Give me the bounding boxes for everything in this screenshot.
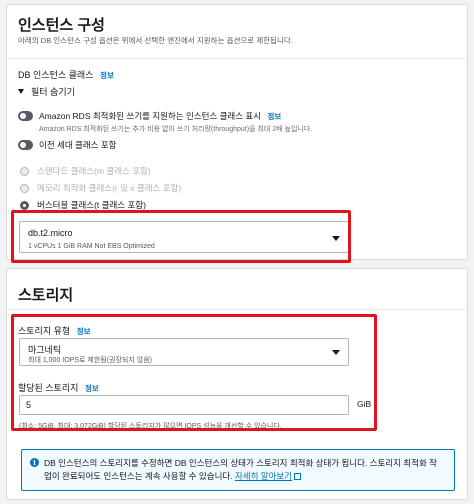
rds-optimized-writes-row: Amazon RDS 최적화된 쓰기를 지원하는 인스턴스 클래스 표시 정보 … — [18, 110, 312, 134]
info-icon: i — [30, 458, 39, 467]
caret-down-icon — [18, 89, 24, 94]
alert-message: DB 인스턴스의 스토리지를 수정하면 DB 인스턴스의 상태가 스토리지 최적… — [44, 457, 444, 483]
instance-config-title: 인스턴스 구성 — [18, 17, 105, 34]
external-link-icon — [294, 473, 302, 480]
prev-gen-label: 이전 세대 클래스 포함 — [39, 140, 117, 150]
radio-button[interactable] — [20, 166, 29, 176]
prev-gen-toggle[interactable] — [18, 140, 33, 150]
prev-gen-row: 이전 세대 클래스 포함 — [18, 139, 116, 151]
radio-memory-optimized-classes[interactable]: 메모리 최적화 클래스(r 및 x 클래스 포함) — [20, 182, 181, 194]
highlight-box-storage — [11, 314, 377, 431]
radio-button-selected[interactable] — [20, 200, 29, 210]
storage-info-alert: i DB 인스턴스의 스토리지를 수정하면 DB 인스턴스의 상태가 스토리지 … — [21, 449, 455, 491]
divider — [7, 58, 467, 59]
rds-optimized-writes-label: Amazon RDS 최적화된 쓰기를 지원하는 인스턴스 클래스 표시 — [39, 111, 262, 121]
divider — [7, 309, 467, 310]
instance-config-description: 아래의 DB 인스턴스 구성 옵션은 위에서 선택한 엔진에서 지원하는 옵션으… — [18, 36, 293, 45]
rds-optimized-writes-description: Amazon RDS 최적화된 쓰기는 추가 비용 없이 쓰기 처리량(thro… — [39, 126, 313, 133]
rds-optimized-writes-toggle[interactable] — [18, 111, 33, 121]
rds-optimized-writes-label-row: Amazon RDS 최적화된 쓰기를 지원하는 인스턴스 클래스 표시 정보 — [39, 110, 312, 122]
rds-optimized-writes-info-link[interactable]: 정보 — [267, 112, 281, 121]
filter-hide-toggle[interactable]: 필터 숨기기 — [18, 85, 75, 98]
filter-hide-label: 필터 숨기기 — [31, 87, 75, 97]
radio-button[interactable] — [20, 183, 29, 193]
highlight-box-instance-class — [11, 210, 351, 263]
radio-label: 메모리 최적화 클래스(r 및 x 클래스 포함) — [37, 183, 182, 193]
db-class-label-text: DB 인스턴스 클래스 — [18, 70, 94, 80]
storage-title: 스토리지 — [18, 287, 74, 304]
radio-standard-classes[interactable]: 스탠다드 클래스(m 클래스 포함) — [20, 165, 151, 177]
radio-label: 스탠다드 클래스(m 클래스 포함) — [37, 166, 151, 176]
learn-more-link[interactable]: 자세히 알아보기 — [235, 471, 292, 481]
db-class-info-link[interactable]: 정보 — [100, 71, 114, 80]
db-class-label: DB 인스턴스 클래스 정보 — [18, 68, 114, 81]
